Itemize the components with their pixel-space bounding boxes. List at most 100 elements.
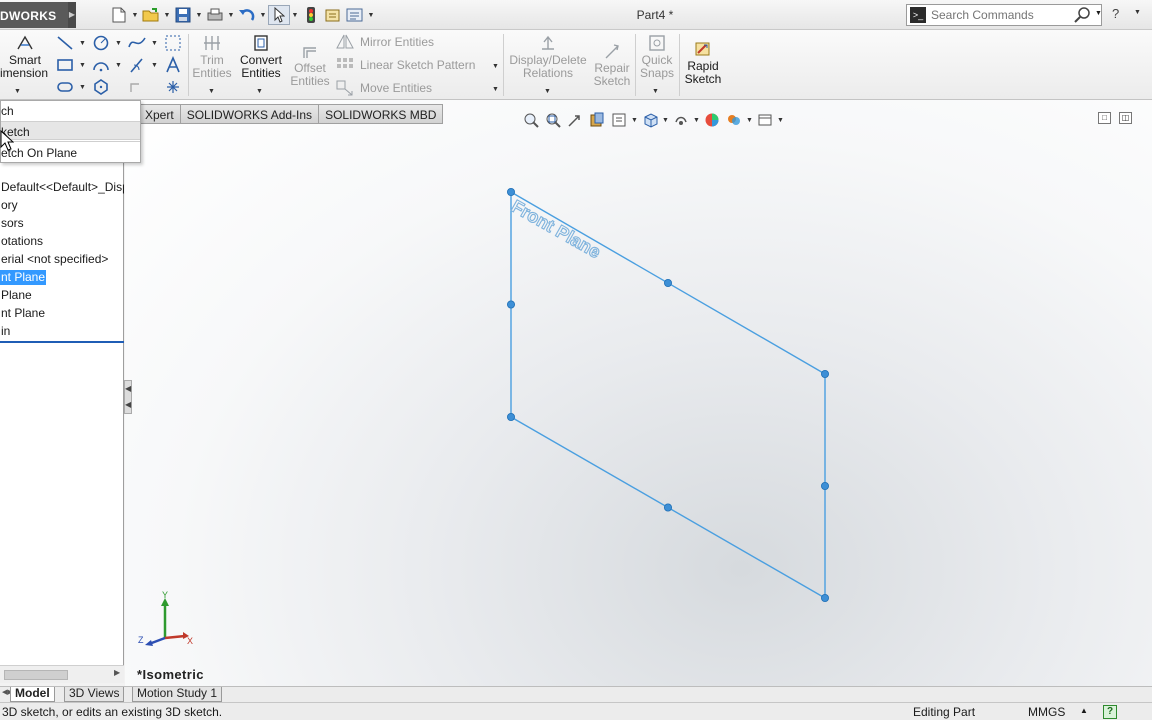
- help-dropdown-icon[interactable]: ▼: [1134, 9, 1141, 16]
- save-dropdown-icon[interactable]: ▼: [194, 12, 204, 19]
- spline-tool-icon[interactable]: [128, 34, 146, 52]
- tree-item-annotations[interactable]: otations: [0, 234, 124, 250]
- appearance-icon[interactable]: [701, 110, 723, 130]
- arc-dropdown-icon[interactable]: ▼: [115, 62, 122, 69]
- view-orientation-icon[interactable]: [639, 110, 661, 130]
- display-style-icon[interactable]: [670, 110, 692, 130]
- slot-tool-icon[interactable]: [56, 78, 74, 96]
- search-commands-icon[interactable]: >_: [910, 7, 926, 23]
- move-entities-button[interactable]: Move Entities: [336, 80, 432, 96]
- pattern-dropdown-icon[interactable]: ▼: [492, 63, 499, 70]
- plane-handle-point[interactable]: [506, 300, 515, 309]
- snaps-dropdown-icon[interactable]: ▼: [652, 88, 659, 95]
- tab-xpert[interactable]: Xpert: [138, 104, 181, 124]
- circle-tool-icon[interactable]: [92, 34, 110, 52]
- plane-handle-point[interactable]: [664, 503, 673, 512]
- select-pointer-icon[interactable]: [268, 5, 290, 25]
- sketch-fillet-icon[interactable]: [128, 56, 146, 74]
- move-dropdown-icon[interactable]: ▼: [492, 86, 499, 93]
- plane-handle-point[interactable]: [506, 188, 515, 197]
- offset-small-icon[interactable]: [128, 78, 146, 96]
- search-dropdown-icon[interactable]: ▼: [1095, 10, 1102, 17]
- plane-handle-point[interactable]: [664, 278, 673, 287]
- menu-item-3d-sketch-on-plane[interactable]: etch On Plane: [1, 143, 140, 162]
- search-input[interactable]: [931, 7, 1079, 23]
- tab-3d-views[interactable]: 3D Views: [64, 687, 125, 702]
- scrollbar-thumb[interactable]: [4, 670, 68, 680]
- restore-viewport-icon[interactable]: □: [1098, 112, 1111, 124]
- offset-entities-button[interactable]: Offset Entities: [290, 42, 330, 88]
- undo-icon[interactable]: [236, 5, 258, 25]
- orientation-dropdown-icon[interactable]: ▼: [661, 117, 670, 124]
- quick-tips-help-icon[interactable]: ?: [1103, 705, 1117, 719]
- zoom-to-area-icon[interactable]: [542, 110, 564, 130]
- unit-menu-arrow-icon[interactable]: ▲: [1080, 706, 1088, 715]
- view-settings-icon[interactable]: [754, 110, 776, 130]
- fillet-dropdown-icon[interactable]: ▼: [151, 62, 158, 69]
- split-viewport-icon[interactable]: ◫: [1119, 112, 1132, 124]
- text-tool-icon[interactable]: [164, 55, 182, 74]
- smart-dimension-button[interactable]: Smart imension: [0, 34, 50, 80]
- zoom-to-fit-icon[interactable]: [520, 110, 542, 130]
- tab-solidworks-mbd[interactable]: SOLIDWORKS MBD: [318, 104, 444, 124]
- tab-solidworks-add-ins[interactable]: SOLIDWORKS Add-Ins: [179, 104, 320, 124]
- dynamic-annotation-icon[interactable]: [608, 110, 630, 130]
- circle-dropdown-icon[interactable]: ▼: [115, 40, 122, 47]
- scene-dropdown-icon[interactable]: ▼: [745, 117, 754, 124]
- trim-dropdown-icon[interactable]: ▼: [208, 88, 215, 95]
- plane-handle-point[interactable]: [821, 369, 830, 378]
- relations-dropdown-icon[interactable]: ▼: [544, 88, 551, 95]
- open-dropdown-icon[interactable]: ▼: [162, 12, 172, 19]
- slot-dropdown-icon[interactable]: ▼: [79, 84, 86, 91]
- tree-item-front-plane[interactable]: nt Plane: [0, 270, 124, 286]
- logo-menu-arrow-icon[interactable]: ▶: [68, 2, 76, 28]
- tree-item-display-state[interactable]: Default<<Default>_Disp: [0, 180, 124, 196]
- new-document-icon[interactable]: [108, 5, 130, 25]
- rectangle-tool-icon[interactable]: [56, 56, 74, 74]
- print-dropdown-icon[interactable]: ▼: [226, 12, 236, 19]
- tree-item-origin[interactable]: in: [0, 324, 124, 340]
- options-icon[interactable]: [344, 5, 366, 25]
- display-style-dropdown-icon[interactable]: ▼: [692, 117, 701, 124]
- section-view-icon[interactable]: [586, 110, 608, 130]
- help-icon[interactable]: ?: [1112, 6, 1119, 21]
- print-icon[interactable]: [204, 5, 226, 25]
- rapid-sketch-button[interactable]: Rapid Sketch: [682, 40, 724, 86]
- plane-outline[interactable]: [510, 191, 826, 599]
- menu-item-sketch[interactable]: ch: [1, 101, 140, 120]
- convert-grid-icon[interactable]: [164, 34, 182, 52]
- display-delete-relations-button[interactable]: Display/Delete Relations: [508, 34, 588, 80]
- select-dropdown-icon[interactable]: ▼: [290, 12, 300, 19]
- tree-item-history[interactable]: ory: [0, 198, 124, 214]
- polygon-tool-icon[interactable]: [92, 78, 110, 96]
- file-properties-icon[interactable]: [322, 5, 344, 25]
- tree-item-material[interactable]: erial <not specified>: [0, 252, 124, 268]
- save-icon[interactable]: [172, 5, 194, 25]
- line-tool-icon[interactable]: [56, 34, 74, 52]
- front-plane-sketch[interactable]: Front Plane: [125, 100, 1152, 686]
- view-settings-dropdown-icon[interactable]: ▼: [776, 117, 785, 124]
- tree-horizontal-scrollbar[interactable]: ▶: [0, 665, 124, 683]
- rebuild-traffic-light-icon[interactable]: [300, 5, 322, 25]
- trim-entities-button[interactable]: Trim Entities: [192, 34, 232, 80]
- plane-handle-point[interactable]: [821, 593, 830, 602]
- linear-sketch-pattern-button[interactable]: Linear Sketch Pattern: [336, 57, 475, 73]
- new-dropdown-icon[interactable]: ▼: [130, 12, 140, 19]
- search-commands-box[interactable]: >_ ▼: [906, 4, 1102, 26]
- quick-snaps-button[interactable]: Quick Snaps: [638, 34, 676, 80]
- arc-tool-icon[interactable]: [92, 56, 110, 74]
- graphics-area[interactable]: Front Plane Y X Z *Isometric: [125, 100, 1152, 686]
- convert-entities-button[interactable]: Convert Entities: [238, 34, 284, 80]
- point-tool-icon[interactable]: [164, 78, 182, 96]
- open-folder-icon[interactable]: [140, 5, 162, 25]
- spline-dropdown-icon[interactable]: ▼: [151, 40, 158, 47]
- line-dropdown-icon[interactable]: ▼: [79, 40, 86, 47]
- previous-view-icon[interactable]: [564, 110, 586, 130]
- tab-motion-study-1[interactable]: Motion Study 1: [132, 687, 223, 702]
- tab-model[interactable]: Model: [10, 687, 55, 702]
- solidworks-logo[interactable]: DWORKS: [0, 2, 68, 28]
- convert-dropdown-icon[interactable]: ▼: [256, 88, 263, 95]
- annotation-dropdown-icon[interactable]: ▼: [630, 117, 639, 124]
- repair-sketch-button[interactable]: Repair Sketch: [592, 42, 632, 88]
- tree-item-top-plane[interactable]: Plane: [0, 288, 124, 304]
